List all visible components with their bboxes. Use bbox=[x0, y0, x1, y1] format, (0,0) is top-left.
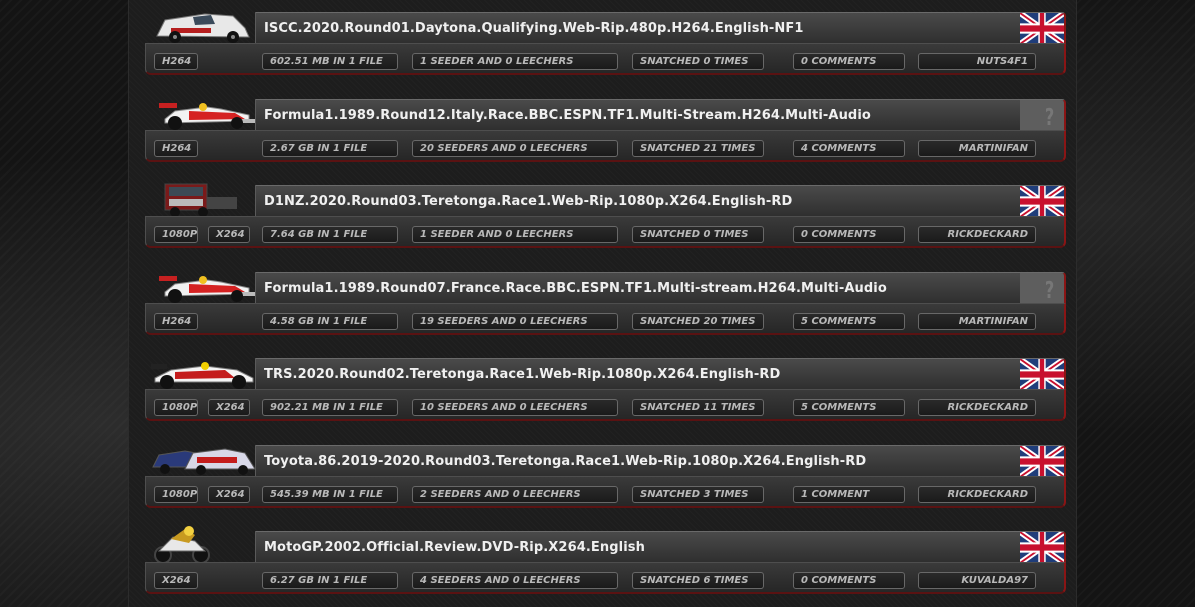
torrent-row: Formula1.1989.Round12.Italy.Race.BBC.ESP… bbox=[141, 87, 1066, 165]
torrent-title-link[interactable]: Formula1.1989.Round12.Italy.Race.BBC.ESP… bbox=[264, 108, 871, 123]
comment-count[interactable]: 0 COMMENTS bbox=[793, 572, 905, 589]
uploader-name[interactable]: MARTINIFAN bbox=[918, 313, 1036, 330]
uploader-name[interactable]: RICKDECKARD bbox=[918, 399, 1036, 416]
torrent-title-link[interactable]: ISCC.2020.Round01.Daytona.Qualifying.Web… bbox=[264, 21, 804, 36]
file-size: 545.39 MB IN 1 FILE bbox=[262, 486, 398, 503]
peer-count[interactable]: 4 SEEDERS AND 0 LEECHERS bbox=[412, 572, 618, 589]
format-tag[interactable]: X264 bbox=[208, 486, 250, 503]
file-size: 7.64 GB IN 1 FILE bbox=[262, 226, 398, 243]
f1-car-icon[interactable] bbox=[145, 266, 263, 306]
peer-count[interactable]: 1 SEEDER AND 0 LEECHERS bbox=[412, 53, 618, 70]
torrent-title-bar: ISCC.2020.Round01.Daytona.Qualifying.Web… bbox=[255, 12, 1066, 45]
touring-car-icon[interactable] bbox=[145, 439, 263, 479]
snatch-count[interactable]: SNATCHED 0 TIMES bbox=[632, 53, 764, 70]
svg-text:?: ? bbox=[1045, 104, 1054, 131]
resolution-tag[interactable]: 1080P bbox=[154, 226, 198, 243]
torrent-title-link[interactable]: D1NZ.2020.Round03.Teretonga.Race1.Web-Ri… bbox=[264, 194, 792, 209]
format-tag[interactable]: X264 bbox=[208, 399, 250, 416]
torrent-info-bar: 1080P X264 545.39 MB IN 1 FILE 2 SEEDERS… bbox=[145, 476, 1066, 508]
torrent-title-bar: Formula1.1989.Round12.Italy.Race.BBC.ESP… bbox=[255, 99, 1066, 132]
comment-count[interactable]: 5 COMMENTS bbox=[793, 399, 905, 416]
uk-flag-icon bbox=[1020, 13, 1064, 44]
peer-count[interactable]: 2 SEEDERS AND 0 LEECHERS bbox=[412, 486, 618, 503]
uploader-name[interactable]: NUTS4F1 bbox=[918, 53, 1036, 70]
comment-count[interactable]: 0 COMMENTS bbox=[793, 53, 905, 70]
format-tag[interactable]: X264 bbox=[208, 226, 250, 243]
torrent-list: ISCC.2020.Round01.Daytona.Qualifying.Web… bbox=[128, 0, 1077, 607]
torrent-row: D1NZ.2020.Round03.Teretonga.Race1.Web-Ri… bbox=[141, 173, 1066, 251]
format-tag[interactable]: H264 bbox=[154, 313, 198, 330]
uploader-name[interactable]: MARTINIFAN bbox=[918, 140, 1036, 157]
snatch-count[interactable]: SNATCHED 3 TIMES bbox=[632, 486, 764, 503]
torrent-title-bar: TRS.2020.Round02.Teretonga.Race1.Web-Rip… bbox=[255, 358, 1066, 391]
peer-count[interactable]: 10 SEEDERS AND 0 LEECHERS bbox=[412, 399, 618, 416]
unknown-language-icon: ? bbox=[1020, 273, 1064, 304]
uploader-name[interactable]: RICKDECKARD bbox=[918, 226, 1036, 243]
comment-count[interactable]: 5 COMMENTS bbox=[793, 313, 905, 330]
torrent-title-bar: Toyota.86.2019-2020.Round03.Teretonga.Ra… bbox=[255, 445, 1066, 478]
peer-count[interactable]: 1 SEEDER AND 0 LEECHERS bbox=[412, 226, 618, 243]
format-tag[interactable]: X264 bbox=[154, 572, 198, 589]
torrent-info-bar: H264 2.67 GB IN 1 FILE 20 SEEDERS AND 0 … bbox=[145, 130, 1066, 162]
comment-count[interactable]: 1 COMMENT bbox=[793, 486, 905, 503]
snatch-count[interactable]: SNATCHED 11 TIMES bbox=[632, 399, 764, 416]
snatch-count[interactable]: SNATCHED 0 TIMES bbox=[632, 226, 764, 243]
torrent-title-link[interactable]: Formula1.1989.Round07.France.Race.BBC.ES… bbox=[264, 281, 887, 296]
torrent-title-link[interactable]: Toyota.86.2019-2020.Round03.Teretonga.Ra… bbox=[264, 454, 866, 469]
format-tag[interactable]: H264 bbox=[154, 53, 198, 70]
torrent-row: ISCC.2020.Round01.Daytona.Qualifying.Web… bbox=[141, 0, 1066, 78]
torrent-info-bar: 1080P X264 7.64 GB IN 1 FILE 1 SEEDER AN… bbox=[145, 216, 1066, 248]
uploader-name[interactable]: RICKDECKARD bbox=[918, 486, 1036, 503]
snatch-count[interactable]: SNATCHED 20 TIMES bbox=[632, 313, 764, 330]
uk-flag-icon bbox=[1020, 446, 1064, 477]
svg-text:?: ? bbox=[1045, 277, 1054, 304]
comment-count[interactable]: 0 COMMENTS bbox=[793, 226, 905, 243]
peer-count[interactable]: 19 SEEDERS AND 0 LEECHERS bbox=[412, 313, 618, 330]
unknown-language-icon: ? bbox=[1020, 100, 1064, 131]
snatch-count[interactable]: SNATCHED 21 TIMES bbox=[632, 140, 764, 157]
file-size: 2.67 GB IN 1 FILE bbox=[262, 140, 398, 157]
torrent-title-link[interactable]: TRS.2020.Round02.Teretonga.Race1.Web-Rip… bbox=[264, 367, 780, 382]
motorcycle-icon[interactable] bbox=[145, 525, 263, 565]
file-size: 902.21 MB IN 1 FILE bbox=[262, 399, 398, 416]
format-tag[interactable]: H264 bbox=[154, 140, 198, 157]
torrent-info-bar: 1080P X264 902.21 MB IN 1 FILE 10 SEEDER… bbox=[145, 389, 1066, 421]
torrent-title-link[interactable]: MotoGP.2002.Official.Review.DVD-Rip.X264… bbox=[264, 540, 645, 555]
torrent-title-bar: D1NZ.2020.Round03.Teretonga.Race1.Web-Ri… bbox=[255, 185, 1066, 218]
uk-flag-icon bbox=[1020, 359, 1064, 390]
torrent-row: TRS.2020.Round02.Teretonga.Race1.Web-Rip… bbox=[141, 346, 1066, 424]
resolution-tag[interactable]: 1080P bbox=[154, 486, 198, 503]
snatch-count[interactable]: SNATCHED 6 TIMES bbox=[632, 572, 764, 589]
peer-count[interactable]: 20 SEEDERS AND 0 LEECHERS bbox=[412, 140, 618, 157]
uk-flag-icon bbox=[1020, 532, 1064, 563]
torrent-info-bar: H264 4.58 GB IN 1 FILE 19 SEEDERS AND 0 … bbox=[145, 303, 1066, 335]
file-size: 602.51 MB IN 1 FILE bbox=[262, 53, 398, 70]
torrent-row: Toyota.86.2019-2020.Round03.Teretonga.Ra… bbox=[141, 433, 1066, 511]
torrent-title-bar: Formula1.1989.Round07.France.Race.BBC.ES… bbox=[255, 272, 1066, 305]
uploader-name[interactable]: KUVALDA97 bbox=[918, 572, 1036, 589]
f1-car-icon[interactable] bbox=[145, 93, 263, 133]
torrent-row: MotoGP.2002.Official.Review.DVD-Rip.X264… bbox=[141, 519, 1066, 597]
file-size: 4.58 GB IN 1 FILE bbox=[262, 313, 398, 330]
torrent-info-bar: H264 602.51 MB IN 1 FILE 1 SEEDER AND 0 … bbox=[145, 43, 1066, 75]
torrent-title-bar: MotoGP.2002.Official.Review.DVD-Rip.X264… bbox=[255, 531, 1066, 564]
uk-flag-icon bbox=[1020, 186, 1064, 217]
torrent-row: Formula1.1989.Round07.France.Race.BBC.ES… bbox=[141, 260, 1066, 338]
torrent-info-bar: X264 6.27 GB IN 1 FILE 4 SEEDERS AND 0 L… bbox=[145, 562, 1066, 594]
prototype-car-icon[interactable] bbox=[145, 6, 263, 46]
comment-count[interactable]: 4 COMMENTS bbox=[793, 140, 905, 157]
truck-icon[interactable] bbox=[145, 179, 263, 219]
resolution-tag[interactable]: 1080P bbox=[154, 399, 198, 416]
formula-car-icon[interactable] bbox=[145, 352, 263, 392]
file-size: 6.27 GB IN 1 FILE bbox=[262, 572, 398, 589]
